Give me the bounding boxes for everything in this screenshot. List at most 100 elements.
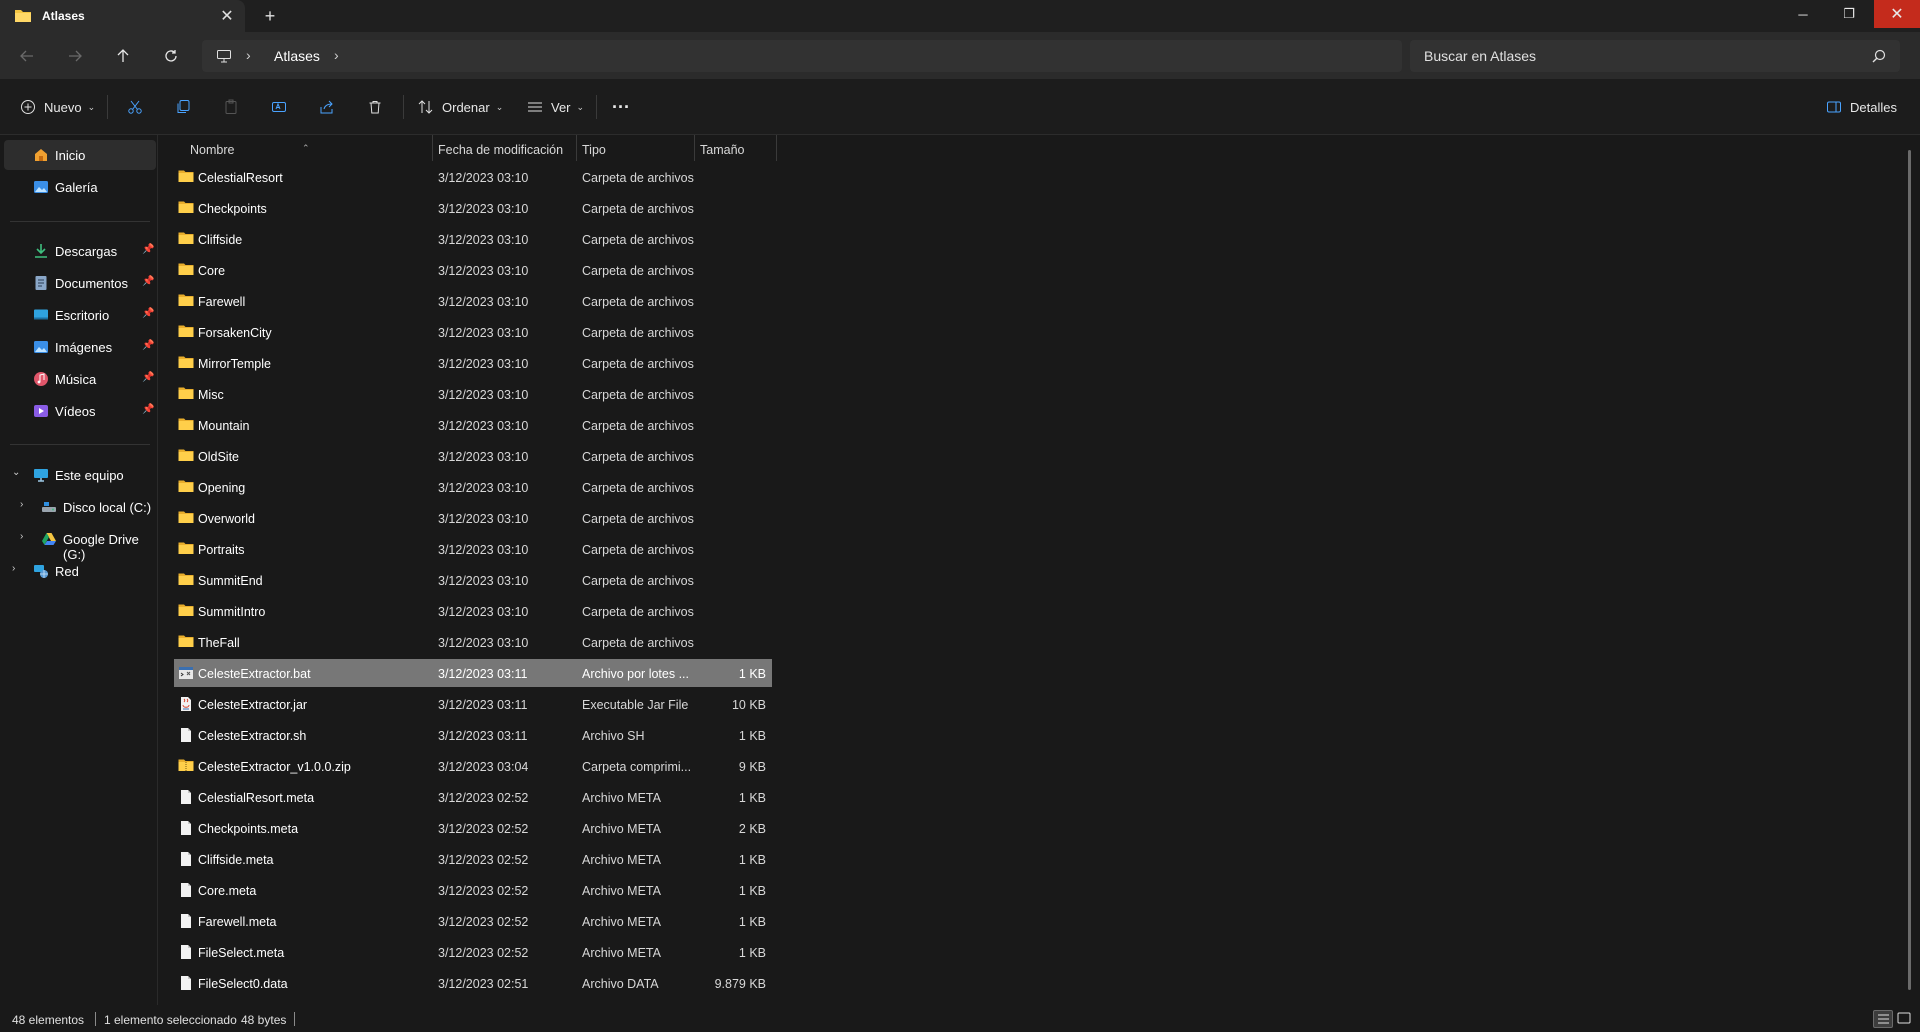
details-button[interactable]: Detalles bbox=[1826, 91, 1897, 123]
file-row[interactable]: MirrorTemple 3/12/2023 03:10 Carpeta de ar… bbox=[174, 349, 772, 377]
file-row[interactable]: Cliffside 3/12/2023 03:10 Carpeta de archi… bbox=[174, 225, 772, 253]
new-button[interactable]: Nuevo ⌄ bbox=[20, 91, 95, 123]
sidebar-item-pictures[interactable]: Imágenes 📌 bbox=[4, 332, 156, 362]
file-icon bbox=[178, 944, 194, 960]
sidebar-item-videos[interactable]: Vídeos 📌 bbox=[4, 396, 156, 426]
file-row[interactable]: SummitEnd 3/12/2023 03:10 Carpeta de archi… bbox=[174, 566, 772, 594]
details-view-button[interactable] bbox=[1873, 1010, 1893, 1028]
file-row[interactable]: CelesteExtractor.sh 3/12/2023 03:11 Archiv… bbox=[174, 721, 772, 749]
file-row[interactable]: CelestialResort 3/12/2023 03:10 Carpeta de… bbox=[174, 163, 772, 191]
forward-button[interactable] bbox=[60, 41, 90, 71]
search-box[interactable] bbox=[1410, 40, 1900, 72]
trash-icon bbox=[369, 101, 381, 114]
file-date: 3/12/2023 03:10 bbox=[438, 202, 529, 216]
file-date: 3/12/2023 03:10 bbox=[438, 357, 529, 371]
desktop-icon bbox=[33, 307, 49, 323]
file-name: Farewell bbox=[198, 295, 246, 309]
restore-button[interactable]: ❐ bbox=[1826, 0, 1872, 28]
close-window-button[interactable]: ✕ bbox=[1874, 0, 1920, 28]
pin-icon[interactable]: 📌 bbox=[142, 276, 154, 287]
pin-icon[interactable]: 📌 bbox=[142, 244, 154, 255]
sidebar-item-drive-g[interactable]: › Google Drive (G:) bbox=[4, 524, 156, 562]
view-button[interactable]: Ver ⌄ bbox=[527, 91, 584, 123]
sort-button[interactable]: Ordenar ⌄ bbox=[418, 91, 503, 123]
sidebar-item-documents[interactable]: Documentos 📌 bbox=[4, 268, 156, 298]
file-row[interactable]: OldSite 3/12/2023 03:10 Carpeta de archivo… bbox=[174, 442, 772, 470]
file-row[interactable]: Portraits 3/12/2023 03:10 Carpeta de archi… bbox=[174, 535, 772, 563]
file-row[interactable]: Overworld 3/12/2023 03:10 Carpeta de archi… bbox=[174, 504, 772, 532]
delete-button[interactable] bbox=[367, 91, 383, 123]
tab-atlases[interactable]: Atlases ✕ bbox=[0, 0, 245, 33]
share-button[interactable] bbox=[319, 91, 335, 123]
sidebar-item-this-pc[interactable]: ⌄ Este equipo bbox=[4, 460, 156, 490]
file-row[interactable]: CelestialResort.meta 3/12/2023 02:52 Archi… bbox=[174, 783, 772, 811]
computer-icon[interactable] bbox=[216, 48, 232, 67]
file-row[interactable]: Opening 3/12/2023 03:10 Carpeta de archivo… bbox=[174, 473, 772, 501]
more-options-button[interactable]: ··· bbox=[612, 91, 630, 123]
file-row[interactable]: Mountain 3/12/2023 03:10 Carpeta de archiv… bbox=[174, 411, 772, 439]
address-bar[interactable]: › Atlases › bbox=[202, 40, 1402, 72]
sidebar-item-drive-c[interactable]: › Disco local (C:) bbox=[4, 492, 156, 522]
paste-button[interactable] bbox=[223, 91, 239, 123]
file-row[interactable]: Farewell.meta 3/12/2023 02:52 Archivo META… bbox=[174, 907, 772, 935]
pane-divider[interactable] bbox=[157, 135, 158, 1005]
sidebar-item-home[interactable]: Inicio bbox=[4, 140, 156, 170]
sidebar-item-network[interactable]: › Red bbox=[4, 556, 156, 586]
close-tab-icon[interactable]: ✕ bbox=[217, 6, 237, 26]
file-row[interactable]: FileSelect.meta 3/12/2023 02:52 Archivo ME… bbox=[174, 938, 772, 966]
sidebar-item-desktop[interactable]: Escritorio 📌 bbox=[4, 300, 156, 330]
pin-icon[interactable]: 📌 bbox=[142, 340, 154, 351]
pin-icon[interactable]: 📌 bbox=[142, 404, 154, 415]
file-row[interactable]: SummitIntro 3/12/2023 03:10 Carpeta de arc… bbox=[174, 597, 772, 625]
column-divider[interactable] bbox=[776, 135, 777, 161]
column-header-type[interactable]: Tipo bbox=[576, 135, 694, 163]
details-view-icon bbox=[1878, 1014, 1889, 1024]
file-row[interactable]: TheFall 3/12/2023 03:10 Carpeta de archivo… bbox=[174, 628, 772, 656]
file-row[interactable]: Misc 3/12/2023 03:10 Carpeta de archivos bbox=[174, 380, 772, 408]
chevron-right-icon[interactable]: › bbox=[334, 47, 339, 63]
column-header-size[interactable]: Tamaño bbox=[694, 135, 776, 163]
file-row[interactable]: Farewell 3/12/2023 03:10 Carpeta de archiv… bbox=[174, 287, 772, 315]
file-row[interactable]: Cliffside.meta 3/12/2023 02:52 Archivo MET… bbox=[174, 845, 772, 873]
file-date: 3/12/2023 03:10 bbox=[438, 388, 529, 402]
file-row[interactable]: CelesteExtractor.bat 3/12/2023 03:11 Archi… bbox=[174, 659, 772, 687]
sidebar-item-music[interactable]: Música 📌 bbox=[4, 364, 156, 394]
refresh-button[interactable] bbox=[156, 41, 186, 71]
sidebar-item-downloads[interactable]: Descargas 📌 bbox=[4, 236, 156, 266]
file-row[interactable]: CelesteExtractor_v1.0.0.zip 3/12/2023 03:… bbox=[174, 752, 772, 780]
tiles-view-button[interactable] bbox=[1895, 1010, 1915, 1028]
minimize-button[interactable]: ─ bbox=[1780, 0, 1826, 28]
pin-icon[interactable]: 📌 bbox=[142, 308, 154, 319]
file-row[interactable]: Core.meta 3/12/2023 02:52 Archivo META 1 KB bbox=[174, 876, 772, 904]
up-button[interactable] bbox=[108, 41, 138, 71]
sidebar-item-label: Galería bbox=[55, 180, 98, 195]
chevron-right-icon[interactable]: › bbox=[20, 531, 23, 542]
file-row[interactable]: ForsakenCity 3/12/2023 03:10 Carpeta de ar… bbox=[174, 318, 772, 346]
file-date: 3/12/2023 02:52 bbox=[438, 822, 529, 836]
column-header-name[interactable]: ⌃ Nombre bbox=[170, 135, 432, 163]
file-row[interactable]: CelesteExtractor.jar 3/12/2023 03:11 Execu… bbox=[174, 690, 772, 718]
file-type: Archivo por lotes ... bbox=[582, 667, 689, 681]
column-header-date[interactable]: Fecha de modificación bbox=[432, 135, 576, 163]
search-input[interactable] bbox=[1410, 40, 1850, 72]
cut-button[interactable] bbox=[127, 91, 143, 123]
file-row[interactable]: Checkpoints.meta 3/12/2023 02:52 Archivo M… bbox=[174, 814, 772, 842]
chevron-right-icon[interactable]: › bbox=[20, 499, 23, 510]
rename-button[interactable] bbox=[271, 91, 287, 123]
sidebar-item-gallery[interactable]: Galería bbox=[4, 172, 156, 202]
new-tab-button[interactable]: + bbox=[258, 4, 282, 28]
file-row[interactable]: Core 3/12/2023 03:10 Carpeta de archivos bbox=[174, 256, 772, 284]
chevron-right-icon[interactable]: › bbox=[12, 563, 15, 574]
file-row[interactable]: FileSelect0.data 3/12/2023 02:51 Archivo D… bbox=[174, 969, 772, 997]
chevron-down-icon[interactable]: ⌄ bbox=[12, 467, 20, 478]
pin-icon[interactable]: 📌 bbox=[142, 372, 154, 383]
copy-button[interactable] bbox=[175, 91, 191, 123]
back-button[interactable] bbox=[12, 41, 42, 71]
breadcrumb-atlases[interactable]: Atlases bbox=[274, 48, 320, 64]
search-icon[interactable] bbox=[1872, 49, 1886, 66]
file-icon bbox=[178, 975, 194, 991]
file-name: Opening bbox=[198, 481, 246, 495]
chevron-right-icon[interactable]: › bbox=[246, 47, 251, 63]
file-row[interactable]: Checkpoints 3/12/2023 03:10 Carpeta de arc… bbox=[174, 194, 772, 222]
vertical-scrollbar[interactable] bbox=[1908, 150, 1911, 990]
